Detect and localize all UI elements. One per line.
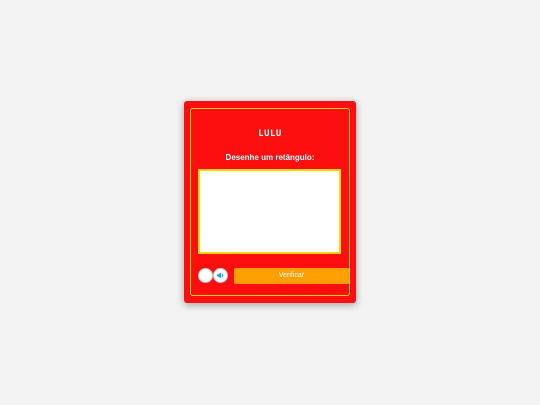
captcha-frame: LULU Desenhe um retângulo: Verificar: [190, 108, 350, 296]
captcha-instruction: Desenhe um retângulo:: [225, 153, 315, 162]
refresh-button[interactable]: [198, 268, 213, 283]
drawing-canvas[interactable]: [198, 169, 341, 254]
page: B o Você s PTCHA. LULU Desenhe um retâng…: [0, 0, 540, 405]
speaker-icon: [217, 272, 224, 279]
captcha-logo: LULU: [258, 129, 282, 139]
audio-button[interactable]: [213, 268, 228, 283]
captcha-modal: LULU Desenhe um retângulo: Verificar: [184, 101, 356, 303]
verify-button[interactable]: Verificar: [234, 268, 349, 284]
captcha-controls: Verificar: [198, 268, 349, 286]
